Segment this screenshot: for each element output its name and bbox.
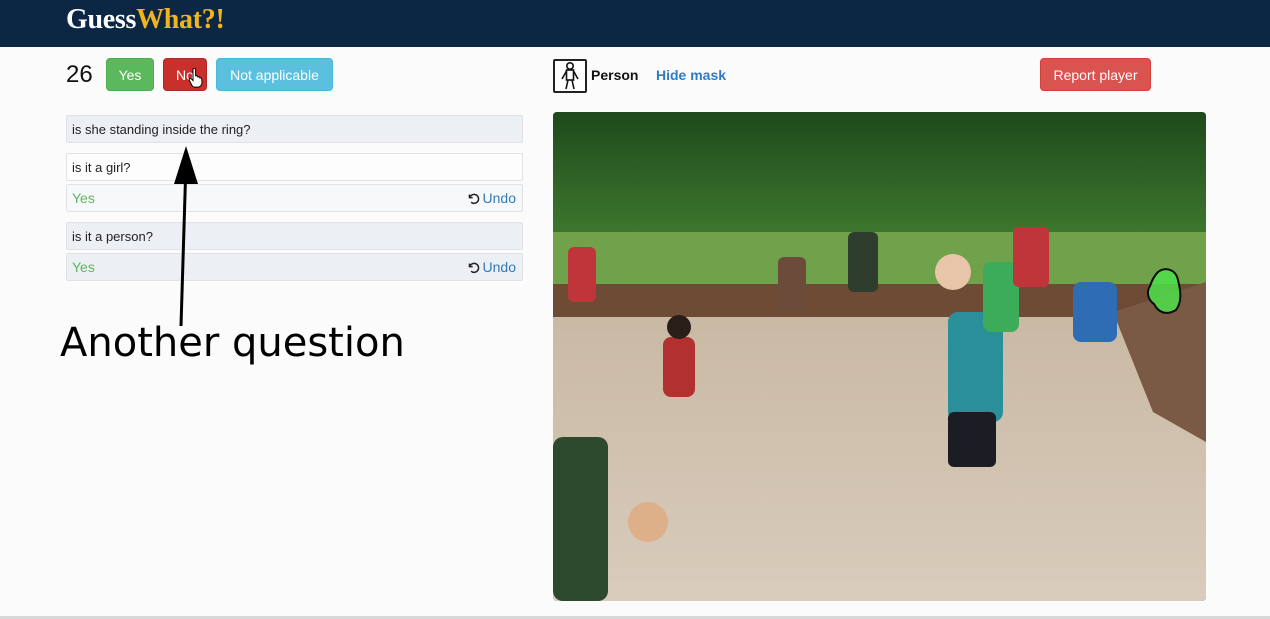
undo-label: Undo [482,190,516,206]
answer-row: Yes Undo [66,253,523,281]
object-category: Person [591,67,639,83]
answer-row: Yes Undo [66,184,523,212]
report-player-button[interactable]: Report player [1040,58,1151,91]
undo-button[interactable]: Undo [467,259,516,275]
hand-cursor-icon [188,68,203,88]
undo-button[interactable]: Undo [467,190,516,206]
question-text: is it a person? [72,228,153,244]
undo-label: Undo [482,259,516,275]
undo-icon [468,193,479,204]
not-applicable-button[interactable]: Not applicable [216,58,333,91]
question-current: is she standing inside the ring? [66,115,523,143]
question-item: is it a girl? [66,153,523,181]
hide-mask-link[interactable]: Hide mask [656,67,726,83]
brand-logo[interactable]: GuessWhat?! [66,4,225,36]
question-text: is she standing inside the ring? [72,121,251,137]
annotation-text: Another question [60,320,405,366]
person-icon [553,59,587,93]
navbar: GuessWhat?! [0,0,1270,47]
undo-icon [468,262,479,273]
question-text: is it a girl? [72,159,131,175]
annotation-arrow [174,146,198,327]
brand-part1: Guess [66,4,137,35]
question-item: is it a person? [66,222,523,250]
answer-text: Yes [72,259,95,275]
yes-button[interactable]: Yes [106,58,154,91]
answer-text: Yes [72,190,95,206]
brand-part2: What?! [136,4,225,35]
game-image [553,112,1206,601]
question-counter: 26 [66,61,93,88]
